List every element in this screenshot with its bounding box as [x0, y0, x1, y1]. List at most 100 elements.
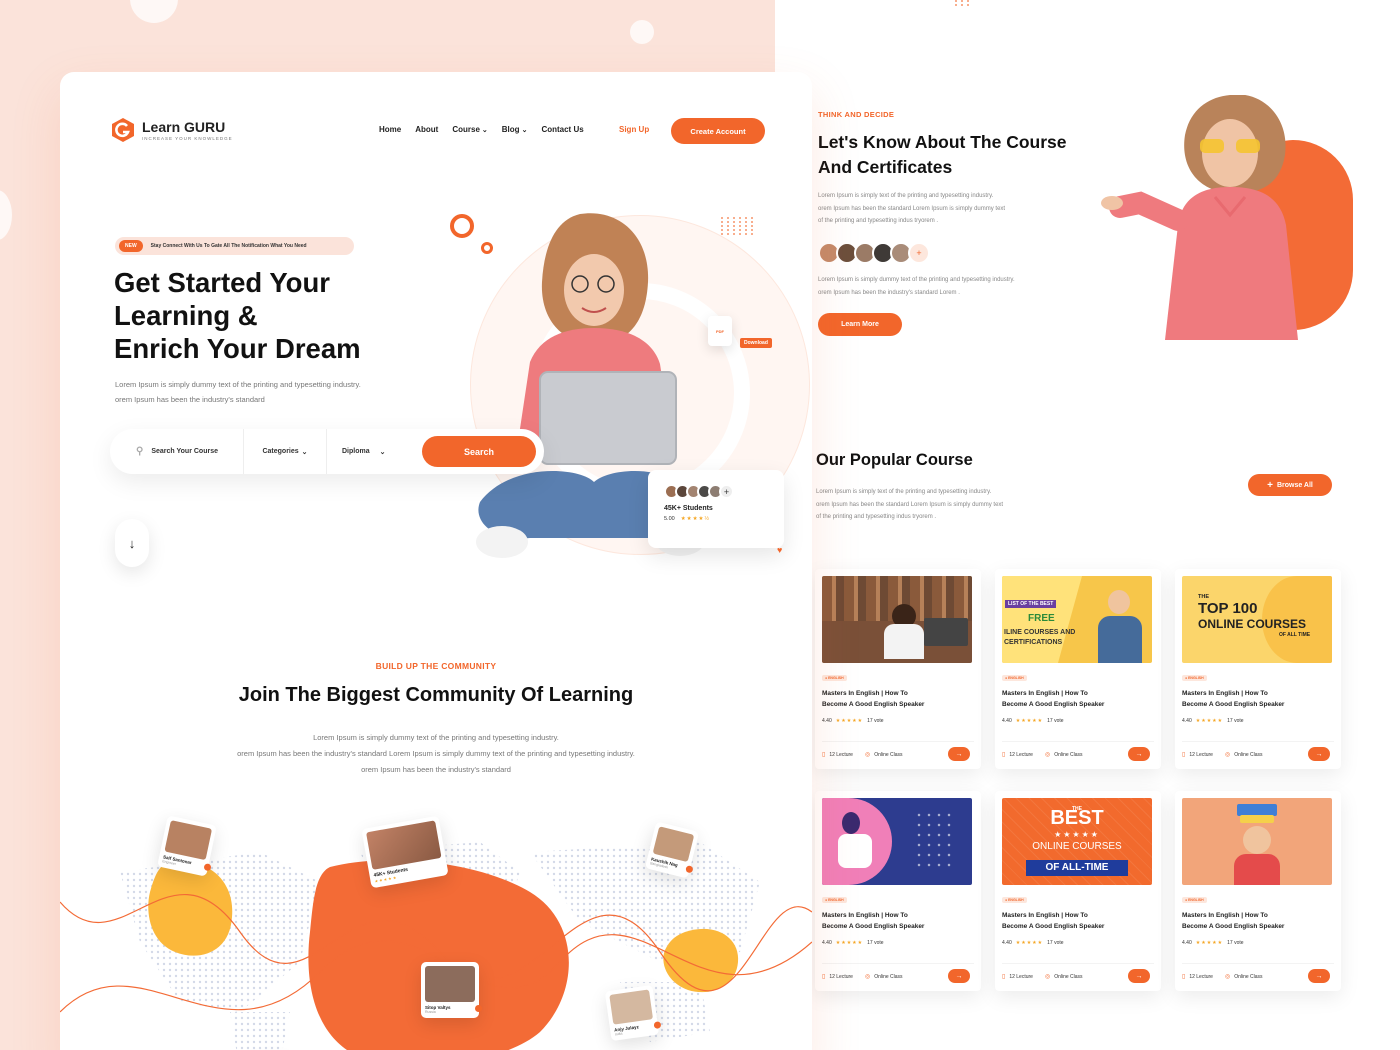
- course-arrow-button[interactable]: →: [1308, 747, 1330, 761]
- course-footer: ▯ 12 Lecture ◎ Online Class →: [1002, 741, 1154, 761]
- course-card[interactable]: ● ENGLISH Masters In English | How To Be…: [1175, 791, 1341, 991]
- hero-description: Lorem Ipsum is simply dummy text of the …: [115, 380, 361, 404]
- course-arrow-button[interactable]: →: [1308, 969, 1330, 983]
- member-photo: [425, 966, 475, 1002]
- student-avatar-group: +: [664, 484, 768, 499]
- about-eyebrow: THINK AND DECIDE: [818, 110, 895, 119]
- dots-pattern: [955, 0, 971, 6]
- about-description-secondary: Lorem Ipsum is simply dummy text of the …: [818, 277, 1015, 296]
- search-field[interactable]: ⚲ Search Your Course: [110, 429, 244, 474]
- member-card[interactable]: Sitop Valtys Russia: [421, 962, 482, 1018]
- about-and-courses-page: THINK AND DECIDE Let's Know About The Co…: [775, 0, 1400, 1050]
- search-button[interactable]: Search: [422, 436, 536, 467]
- scroll-down-button[interactable]: ↓: [115, 519, 149, 567]
- chevron-down-icon: ⌄: [301, 448, 308, 456]
- popular-courses-description: Lorem Ipsum is simply text of the printi…: [816, 489, 1004, 520]
- course-thumbnail-top-100: THE TOP 100 ONLINE COURSES OF ALL TIME: [1182, 576, 1332, 663]
- diploma-select[interactable]: Diploma ⌄: [327, 429, 395, 474]
- course-title: Masters In English | How To Become A Goo…: [1002, 912, 1105, 930]
- star-rating-icon: ★★★★★: [1195, 718, 1224, 724]
- arrow-down-icon: ↓: [128, 535, 136, 551]
- hero-title: Get Started Your Learning & Enrich Your …: [114, 267, 361, 364]
- stars-decoration: ★★★★★: [1054, 830, 1100, 839]
- course-footer: ▯ 12 Lecture ◎ Online Class →: [822, 741, 974, 761]
- course-thumbnail-free-courses: LIST OF THE BEST FREE ILINE COURSES AND …: [1002, 576, 1152, 663]
- star-rating-icon: ★★★★★: [1195, 940, 1224, 946]
- students-card: + 45K+ Students 5.00 ★★★★½: [648, 470, 784, 548]
- course-category-tag: ● ENGLISH: [822, 675, 847, 681]
- brand-tagline: INCREASE YOUR KNOWLEDGE: [142, 135, 233, 141]
- browse-all-button[interactable]: + Browse All: [1248, 474, 1332, 496]
- course-rating: 4.40 ★★★★★ 17 vote: [1002, 940, 1064, 946]
- course-card[interactable]: LIST OF THE BEST FREE ILINE COURSES AND …: [995, 569, 1161, 769]
- course-card[interactable]: THE BEST ★★★★★ ONLINE COURSES OF ALL-TIM…: [995, 791, 1161, 991]
- chevron-down-icon: ⌄: [481, 127, 488, 134]
- brand-name: Learn GURU: [142, 118, 226, 135]
- learn-more-button[interactable]: Learn More: [818, 313, 902, 336]
- decorative-circle: [130, 0, 178, 23]
- member-photo: [609, 989, 654, 1025]
- nav-item-about[interactable]: About: [415, 125, 438, 134]
- about-avatar-group: +: [818, 242, 930, 264]
- course-thumbnail-study: [822, 576, 972, 663]
- course-title: Masters In English | How To Become A Goo…: [822, 912, 925, 930]
- new-badge: NEW: [119, 240, 143, 252]
- online-class-icon: ◎: [864, 752, 871, 758]
- course-rating: 4.40 ★★★★★ 17 vote: [822, 718, 884, 724]
- logo[interactable]: Learn GURU INCREASE YOUR KNOWLEDGE: [110, 117, 233, 143]
- course-arrow-button[interactable]: →: [1128, 747, 1150, 761]
- course-title: Masters In English | How To Become A Goo…: [1182, 912, 1285, 930]
- nav-item-contact[interactable]: Contact Us: [541, 125, 583, 134]
- course-footer: ▯ 12 Lecture ◎ Online Class →: [822, 963, 974, 983]
- member-card[interactable]: Saif Santonar Engineer: [157, 815, 217, 877]
- add-icon[interactable]: +: [908, 242, 930, 264]
- course-card[interactable]: THE TOP 100 ONLINE COURSES OF ALL TIME ●…: [1175, 569, 1341, 769]
- search-icon: ⚲: [136, 446, 144, 457]
- community-world-map: Saif Santonar Engineer 45K+ Students ★★★…: [60, 812, 812, 1050]
- course-thumbnail-girl-with-books: [1182, 798, 1332, 885]
- nav-item-home[interactable]: Home: [379, 125, 401, 134]
- online-class-icon: ◎: [1044, 752, 1051, 758]
- course-footer: ▯ 12 Lecture ◎ Online Class →: [1182, 963, 1334, 983]
- nav-item-course[interactable]: Course ⌄: [452, 125, 487, 134]
- course-rating: 4.40 ★★★★★ 17 vote: [822, 940, 884, 946]
- lecture-icon: ▯: [1182, 974, 1186, 980]
- dots-pattern: [721, 217, 755, 235]
- course-card[interactable]: ● ENGLISH Masters In English | How To Be…: [815, 569, 981, 769]
- lecture-icon: ▯: [822, 974, 826, 980]
- course-title: Masters In English | How To Become A Goo…: [1182, 690, 1285, 708]
- add-icon[interactable]: +: [719, 484, 734, 499]
- category-select[interactable]: Categories ⌄: [244, 429, 327, 474]
- create-account-button[interactable]: Create Account: [671, 118, 765, 144]
- plus-icon[interactable]: [475, 1005, 482, 1012]
- course-footer: ▯ 12 Lecture ◎ Online Class →: [1002, 963, 1154, 983]
- student-photo-pointing: [1101, 95, 1298, 340]
- online-class-icon: ◎: [1224, 974, 1231, 980]
- logo-icon: [112, 118, 134, 142]
- download-button[interactable]: Download: [740, 338, 772, 348]
- about-description: Lorem Ipsum is simply text of the printi…: [818, 193, 1006, 224]
- course-thumbnail-best-courses: THE BEST ★★★★★ ONLINE COURSES OF ALL-TIM…: [1002, 798, 1152, 885]
- search-input[interactable]: Search Your Course: [151, 448, 218, 455]
- decorative-circle: [630, 20, 654, 44]
- students-count: 45K+ Students: [664, 505, 713, 512]
- course-card[interactable]: ● ENGLISH Masters In English | How To Be…: [815, 791, 981, 991]
- course-title: Masters In English | How To Become A Goo…: [1002, 690, 1105, 708]
- community-eyebrow: BUILD UP THE COMMUNITY: [375, 661, 497, 671]
- course-category-tag: ● ENGLISH: [1182, 897, 1207, 903]
- sign-up-link[interactable]: Sign Up: [619, 125, 649, 134]
- community-title: Join The Biggest Community Of Learning: [238, 684, 634, 706]
- course-arrow-button[interactable]: →: [948, 747, 970, 761]
- heart-icon[interactable]: ♥: [777, 545, 782, 555]
- member-card[interactable]: Anjy Julayz India: [604, 984, 662, 1042]
- pdf-file-icon[interactable]: PDF: [708, 316, 732, 346]
- online-class-icon: ◎: [1044, 974, 1051, 980]
- course-arrow-button[interactable]: →: [1128, 969, 1150, 983]
- course-rating: 4.40 ★★★★★ 17 vote: [1182, 718, 1244, 724]
- notification-banner[interactable]: NEW Stay Connect With Us To Gate All The…: [115, 237, 354, 255]
- landing-page: Learn GURU INCREASE YOUR KNOWLEDGE Home …: [60, 72, 812, 1050]
- course-arrow-button[interactable]: →: [948, 969, 970, 983]
- nav-item-blog[interactable]: Blog ⌄: [502, 125, 528, 134]
- chevron-down-icon: ⌄: [521, 127, 528, 134]
- member-photo: [652, 826, 695, 863]
